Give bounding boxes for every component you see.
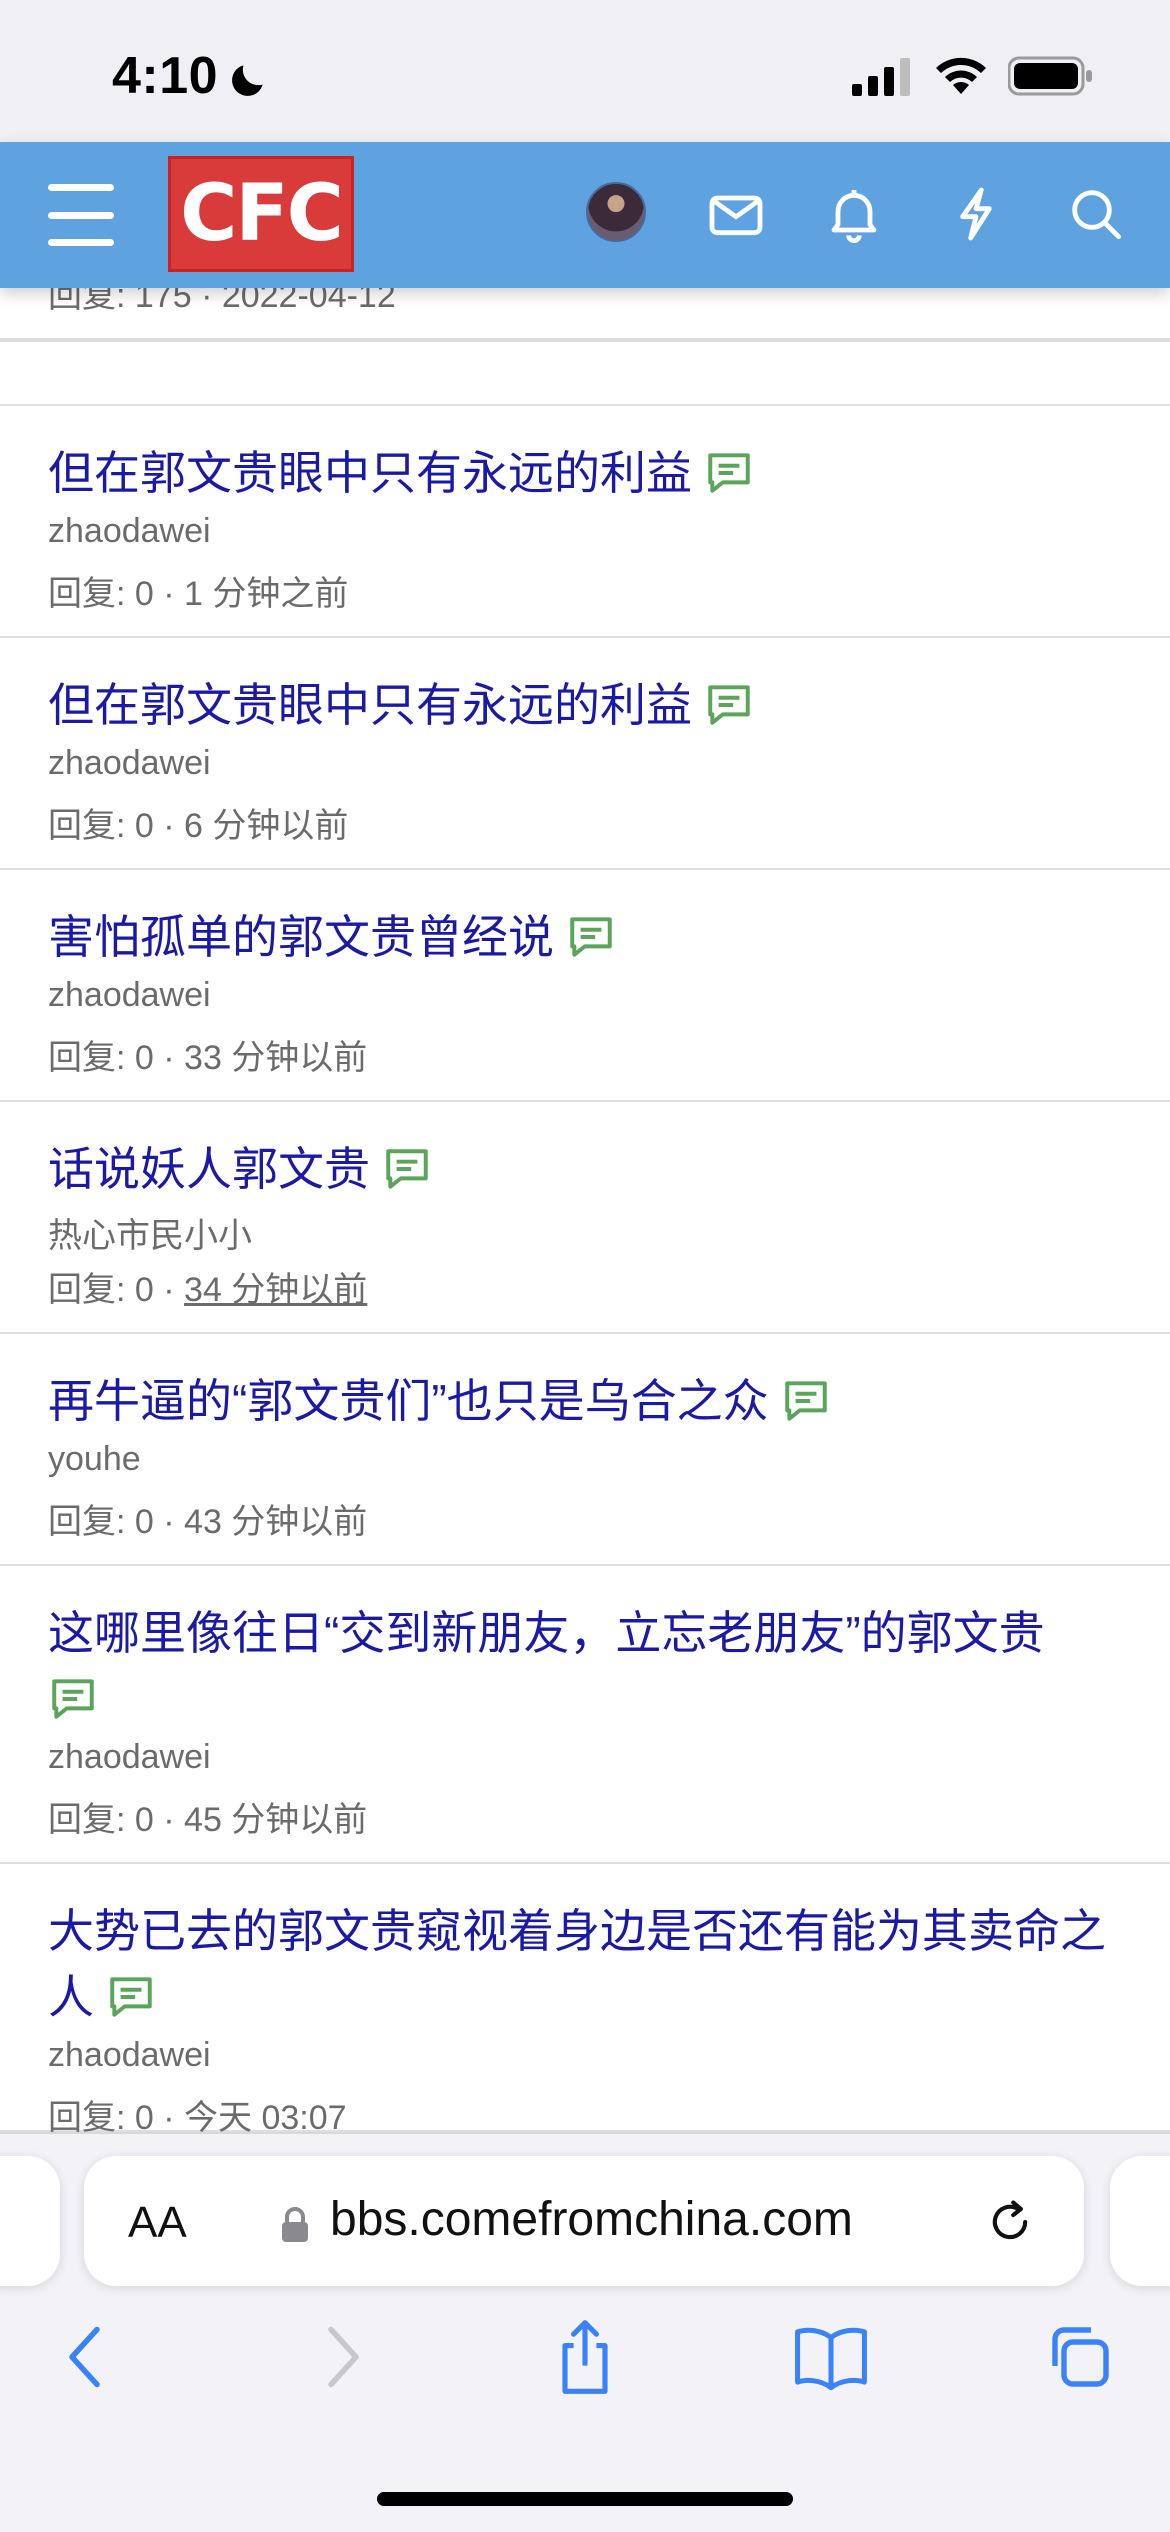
forward-icon[interactable] [296,2312,386,2402]
site-logo[interactable]: CFC [168,156,354,272]
thread-timestamp[interactable]: 43 分钟以前 [184,1503,367,1541]
meta-separator: · [153,807,185,845]
thread-title: 话说妖人郭文贵 [48,1143,370,1195]
thread-meta: 回复: 0 · 45 分钟以前 [48,1792,367,1841]
thread-row[interactable]: 害怕孤单的郭文贵曾经说 zhaodawei 回复: 0 · 33 分钟以前 [0,870,1170,1102]
thread-title-link[interactable]: 大势已去的郭文贵窥视着身边是否还有能为其卖命之人 [48,1898,1110,2030]
text-size-button[interactable]: AA [128,2198,187,2248]
comment-icon [48,1674,98,1724]
reply-count: 回复: 0 [48,1503,154,1541]
search-icon[interactable] [1064,182,1128,246]
status-bar: 4:10 [0,0,1170,142]
thread-title-link[interactable]: 害怕孤单的郭文贵曾经说 [48,904,1110,970]
cellular-signal-icon [852,58,910,96]
logo-text: CFC [180,169,344,259]
thread-meta: 回复: 0 · 34 分钟以前 [48,1262,367,1311]
thread-timestamp[interactable]: 33 分钟以前 [184,1039,367,1077]
bookmarks-icon[interactable] [786,2312,876,2402]
thread-title: 但在郭文贵眼中只有永远的利益 [48,679,692,731]
reply-count: 回复: 0 [48,1039,154,1077]
reply-count: 回复: 0 [48,1271,154,1309]
thread-timestamp[interactable]: 1 分钟之前 [184,575,348,613]
lightning-icon[interactable] [944,182,1008,246]
comment-icon [781,1376,831,1426]
thread-meta: 回复: 0 · 43 分钟以前 [48,1494,367,1543]
thread-title: 害怕孤单的郭文贵曾经说 [48,911,554,963]
previous-tab-card[interactable] [0,2156,60,2286]
thread-author[interactable]: zhaodawei [48,744,211,783]
app-header: CFC [0,142,1170,288]
thread-meta: 回复: 0 · 33 分钟以前 [48,1030,367,1079]
thread-row[interactable]: 再牛逼的“郭文贵们”也只是乌合之众 youhe 回复: 0 · 43 分钟以前 [0,1334,1170,1566]
thread-title-link[interactable]: 再牛逼的“郭文贵们”也只是乌合之众 [48,1368,1110,1434]
reply-count: 回复: 0 [48,807,154,845]
mail-icon[interactable] [704,182,768,246]
url-text: bbs.comefromchina.com [330,2193,853,2246]
thread-title: 但在郭文贵眼中只有永远的利益 [48,447,692,499]
thread-author[interactable]: 热心市民小小 [48,1208,252,1257]
thread-title-link[interactable]: 但在郭文贵眼中只有永远的利益 [48,672,1110,738]
thread-row[interactable]: 但在郭文贵眼中只有永远的利益 zhaodawei 回复: 0 · 6 分钟以前 [0,638,1170,870]
home-indicator [377,2492,793,2506]
next-tab-card[interactable] [1110,2156,1170,2286]
reply-count: 回复: 0 [48,575,154,613]
thread-row[interactable]: 话说妖人郭文贵 热心市民小小回复: 0 · 34 分钟以前 [0,1102,1170,1334]
text-size-label: AA [128,2198,187,2247]
bell-icon[interactable] [822,182,886,246]
thread-timestamp[interactable]: 6 分钟以前 [184,807,348,845]
address-bar[interactable]: AA bbs.comefromchina.com [84,2156,1084,2286]
comment-icon [704,448,754,498]
meta-separator: · [153,1039,185,1077]
thread-meta: 回复: 0 · 6 分钟以前 [48,798,348,847]
thread-author[interactable]: zhaodawei [48,2036,211,2075]
thread-title-link[interactable]: 话说妖人郭文贵 [48,1136,1110,1202]
hamburger-menu-icon[interactable] [48,184,114,246]
lock-icon [282,2207,308,2242]
tabs-icon[interactable] [1034,2312,1124,2402]
thread-author[interactable]: youhe [48,1440,141,1479]
moon-icon [232,65,263,96]
comment-icon [106,1972,156,2022]
thread-title: 再牛逼的“郭文贵们”也只是乌合之众 [48,1375,769,1427]
battery-icon [1008,56,1092,96]
user-avatar[interactable] [586,182,646,242]
thread-meta: 回复: 0 · 1 分钟之前 [48,566,348,615]
thread-timestamp[interactable]: 34 分钟以前 [184,1271,367,1309]
meta-separator: · [153,1503,185,1541]
thread-author[interactable]: zhaodawei [48,976,211,1015]
meta-separator: · [153,575,185,613]
meta-separator: · [153,1801,185,1839]
browser-toolbar: AA bbs.comefromchina.com [0,2132,1170,2532]
reply-count: 回复: 0 [48,1801,154,1839]
thread-title-link[interactable]: 这哪里像往日“交到新朋友，立忘老朋友”的郭文贵 [48,1600,1110,1732]
browser-nav [0,2312,1170,2432]
thread-title: 这哪里像往日“交到新朋友，立忘老朋友”的郭文贵 [48,1607,1045,1659]
share-icon[interactable] [540,2312,630,2402]
comment-icon [704,680,754,730]
meta-separator: · [153,1271,185,1309]
thread-title: 大势已去的郭文贵窥视着身边是否还有能为其卖命之人 [48,1905,1106,2023]
list-divider [0,346,1170,406]
thread-author[interactable]: zhaodawei [48,512,211,551]
status-time: 4:10 [112,47,219,105]
thread-row[interactable]: 这哪里像往日“交到新朋友，立忘老朋友”的郭文贵 zhaodawei 回复: 0 · … [0,1566,1170,1864]
thread-row[interactable]: 大势已去的郭文贵窥视着身边是否还有能为其卖命之人 zhaodawei 回复: 0 ·… [0,1864,1170,2137]
thread-title-link[interactable]: 但在郭文贵眼中只有永远的利益 [48,440,1110,506]
thread-row[interactable]: 但在郭文贵眼中只有永远的利益 zhaodawei 回复: 0 · 1 分钟之前 [0,406,1170,638]
comment-icon [566,912,616,962]
wifi-icon [936,57,986,94]
comment-icon [382,1144,432,1194]
reload-icon[interactable] [984,2196,1036,2248]
back-icon[interactable] [42,2312,132,2402]
thread-author[interactable]: zhaodawei [48,1738,211,1777]
thread-timestamp[interactable]: 45 分钟以前 [184,1801,367,1839]
